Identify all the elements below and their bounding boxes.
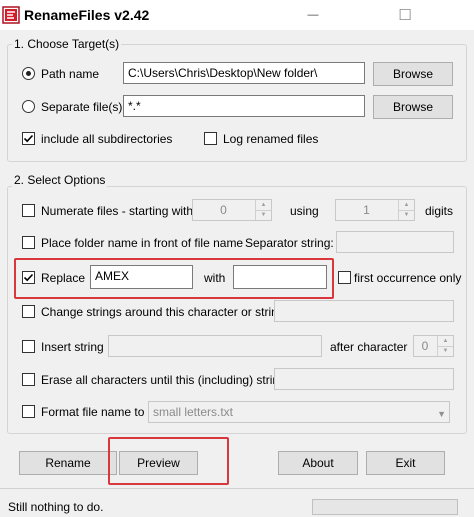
folder-name-checkbox[interactable] bbox=[22, 236, 35, 249]
separator-string-label: Separator string: bbox=[245, 236, 334, 250]
spin-down-icon[interactable]: ▼ bbox=[256, 209, 271, 221]
spin-up-icon[interactable]: ▲ bbox=[399, 200, 414, 210]
first-occurrence-label: first occurrence only bbox=[354, 271, 462, 285]
erase-input[interactable] bbox=[274, 368, 454, 390]
digits-value: 1 bbox=[363, 203, 370, 217]
app-icon bbox=[2, 6, 20, 24]
numerate-start-spinner[interactable]: 0 ▲ ▼ bbox=[192, 199, 272, 221]
after-character-spinner[interactable]: 0 ▲ ▼ bbox=[413, 335, 454, 357]
after-character-value: 0 bbox=[421, 339, 429, 353]
include-subdirectories-label: include all subdirectories bbox=[41, 132, 173, 146]
digits-label: digits bbox=[425, 204, 454, 218]
insert-string-label: Insert string bbox=[41, 340, 104, 354]
format-checkbox[interactable] bbox=[22, 405, 35, 418]
numerate-label: Numerate files - starting with bbox=[41, 204, 194, 218]
select-options-legend: 2. Select Options bbox=[12, 173, 108, 187]
using-label: using bbox=[290, 204, 319, 218]
check-icon bbox=[23, 273, 34, 282]
path-name-input[interactable]: C:\Users\Chris\Desktop\New folder\ bbox=[123, 62, 365, 84]
with-label: with bbox=[204, 271, 226, 285]
about-button[interactable]: About bbox=[278, 451, 358, 475]
check-icon bbox=[23, 134, 34, 143]
insert-string-input[interactable] bbox=[108, 335, 322, 357]
change-strings-label: Change strings around this character or … bbox=[41, 305, 285, 319]
insert-string-checkbox[interactable] bbox=[22, 340, 35, 353]
preview-button[interactable]: Preview bbox=[119, 451, 198, 475]
erase-label: Erase all characters until this (includi… bbox=[41, 373, 286, 387]
log-renamed-files-checkbox[interactable] bbox=[204, 132, 217, 145]
first-occurrence-checkbox[interactable] bbox=[338, 271, 351, 284]
folder-name-label: Place folder name in front of file name bbox=[41, 236, 244, 250]
replace-with-input[interactable] bbox=[233, 265, 327, 289]
spin-down-icon[interactable]: ▼ bbox=[399, 209, 414, 221]
title-bar[interactable]: RenameFiles v2.42 — ☐ bbox=[0, 0, 474, 30]
format-label: Format file name to bbox=[41, 405, 145, 419]
numerate-start-value: 0 bbox=[220, 203, 227, 217]
maximize-button[interactable]: ☐ bbox=[382, 0, 428, 30]
replace-label: Replace bbox=[41, 271, 86, 285]
log-renamed-files-label: Log renamed files bbox=[223, 132, 319, 146]
progress-bar bbox=[312, 499, 458, 515]
format-selected-value: small letters.txt bbox=[153, 405, 234, 419]
after-character-label: after character bbox=[330, 340, 408, 354]
browse-files-button[interactable]: Browse bbox=[373, 95, 453, 119]
path-name-label: Path name bbox=[41, 67, 100, 81]
digits-spinner[interactable]: 1 ▲ ▼ bbox=[335, 199, 415, 221]
minimize-icon: — bbox=[307, 9, 319, 21]
path-name-radio[interactable] bbox=[22, 67, 35, 80]
erase-checkbox[interactable] bbox=[22, 373, 35, 386]
choose-target-legend: 1. Choose Target(s) bbox=[12, 37, 122, 51]
status-text: Still nothing to do. bbox=[8, 500, 104, 514]
numerate-checkbox[interactable] bbox=[22, 204, 35, 217]
separate-files-radio[interactable] bbox=[22, 100, 35, 113]
replace-checkbox[interactable] bbox=[22, 271, 35, 284]
status-bar-divider bbox=[0, 488, 474, 489]
window-title: RenameFiles v2.42 bbox=[24, 7, 150, 23]
format-select[interactable]: small letters.txt ▼ bbox=[148, 401, 450, 423]
minimize-button[interactable]: — bbox=[290, 0, 336, 30]
separate-files-input[interactable]: *.* bbox=[123, 95, 365, 117]
spin-up-icon[interactable]: ▲ bbox=[438, 336, 453, 346]
spin-up-icon[interactable]: ▲ bbox=[256, 200, 271, 210]
exit-button[interactable]: Exit bbox=[366, 451, 445, 475]
maximize-icon: ☐ bbox=[398, 7, 412, 24]
browse-path-button[interactable]: Browse bbox=[373, 62, 453, 86]
replace-find-input[interactable]: AMEX bbox=[90, 265, 193, 289]
separator-string-input[interactable] bbox=[336, 231, 454, 253]
change-strings-checkbox[interactable] bbox=[22, 305, 35, 318]
rename-button[interactable]: Rename bbox=[19, 451, 117, 475]
chevron-down-icon: ▼ bbox=[437, 409, 446, 419]
change-strings-input[interactable] bbox=[274, 300, 454, 322]
spin-down-icon[interactable]: ▼ bbox=[438, 345, 453, 357]
include-subdirectories-checkbox[interactable] bbox=[22, 132, 35, 145]
separate-files-label: Separate file(s) bbox=[41, 100, 123, 114]
